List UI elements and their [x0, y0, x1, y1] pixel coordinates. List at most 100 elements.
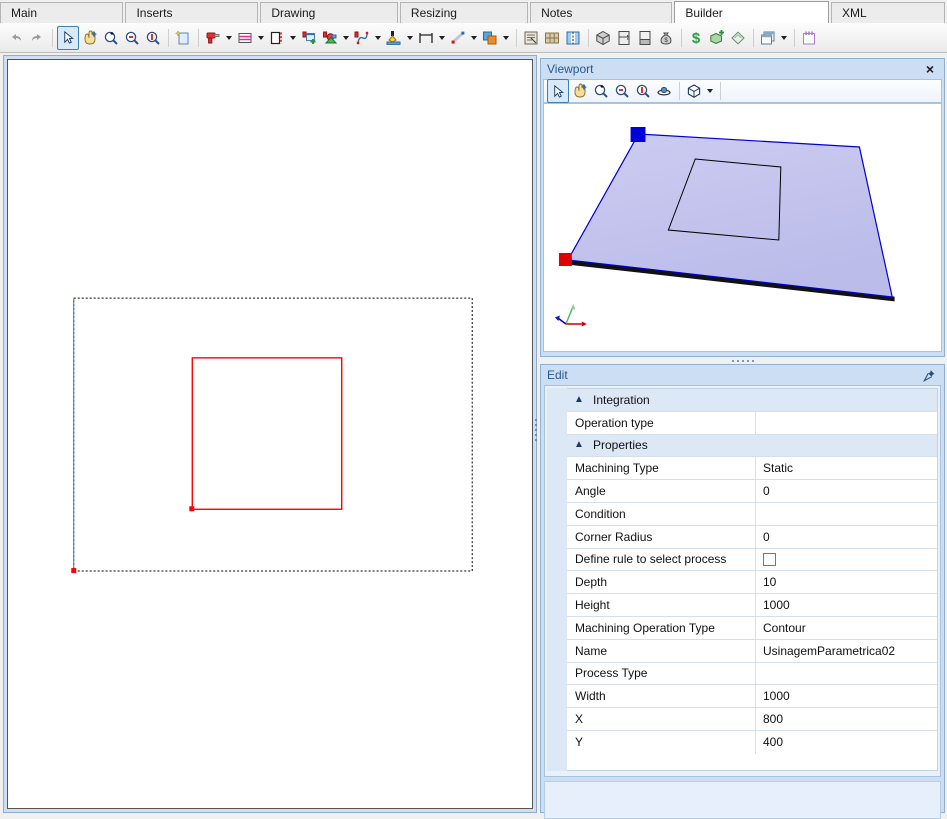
tab-xml[interactable]: XML [831, 2, 946, 24]
property-row-machining-type[interactable]: Machining Type Static [567, 457, 937, 481]
chevron-down-icon[interactable] [405, 27, 414, 49]
splitter-dot [746, 359, 749, 362]
chevron-down-icon[interactable] [469, 27, 478, 49]
property-value[interactable] [756, 412, 937, 434]
property-value[interactable]: Contour [756, 617, 937, 639]
property-value[interactable]: 800 [756, 708, 937, 730]
zoom-window-icon[interactable] [101, 27, 121, 49]
horizontal-splitter[interactable] [540, 357, 945, 364]
drawer-icon[interactable] [635, 27, 655, 49]
pan-hand-icon[interactable] [80, 27, 100, 49]
property-value[interactable]: 400 [756, 731, 937, 754]
groove-lines-icon[interactable] [235, 27, 255, 49]
chevron-down-icon[interactable] [373, 27, 382, 49]
add-part-icon[interactable] [707, 27, 727, 49]
property-value[interactable]: 1000 [756, 594, 937, 616]
splitter-dot [535, 424, 537, 426]
property-row-width[interactable]: Width 1000 [567, 685, 937, 709]
machining-contour-rect [191, 357, 343, 510]
box-3d-icon[interactable] [593, 27, 613, 49]
toolbar-separator [588, 28, 589, 47]
chevron-down-icon[interactable] [256, 27, 265, 49]
property-row-operation-type[interactable]: Operation type [567, 411, 937, 435]
viewport-3d-scene[interactable] [543, 103, 942, 352]
chevron-down-icon[interactable] [224, 27, 233, 49]
orbit-rotate-icon[interactable] [654, 80, 674, 102]
tab-inserts[interactable]: Inserts [125, 2, 259, 24]
pin-icon[interactable] [918, 366, 944, 384]
property-row-x[interactable]: X 800 [567, 708, 937, 731]
grid-panels-icon[interactable] [542, 27, 562, 49]
zoom-extents-icon[interactable] [633, 80, 653, 102]
property-row-process-type[interactable]: Process Type [567, 662, 937, 686]
property-row-define-rule[interactable]: Define rule to select process [567, 548, 937, 572]
pan-hand-icon[interactable] [570, 80, 590, 102]
property-value-checkbox-cell[interactable] [756, 549, 937, 571]
chevron-down-icon[interactable] [437, 27, 446, 49]
property-row-angle[interactable]: Angle 0 [567, 480, 937, 503]
undo-icon[interactable] [6, 27, 26, 49]
drawing-canvas[interactable] [7, 59, 533, 809]
diamond-icon[interactable] [728, 27, 748, 49]
chevron-down-icon[interactable] [288, 27, 297, 49]
machining-shape-icon[interactable] [320, 27, 340, 49]
zoom-window-icon[interactable] [591, 80, 611, 102]
chevron-down-icon[interactable] [501, 27, 510, 49]
notebook-icon[interactable] [799, 27, 819, 49]
report-icon[interactable] [521, 27, 541, 49]
property-category-integration[interactable]: ▲ Integration [567, 389, 937, 412]
property-row-name[interactable]: Name UsinagemParametrica02 [567, 639, 937, 663]
new-sheet-icon[interactable] [173, 27, 193, 49]
zoom-out-icon[interactable] [612, 80, 632, 102]
cabinet-icon[interactable] [614, 27, 634, 49]
dollar-icon[interactable]: $ [686, 27, 706, 49]
spline-path-icon[interactable] [352, 27, 372, 49]
select-arrow-icon[interactable] [547, 79, 569, 103]
property-value[interactable]: 10 [756, 571, 937, 593]
property-row-machining-operation-type[interactable]: Machining Operation Type Contour [567, 616, 937, 640]
redo-icon[interactable] [27, 27, 47, 49]
zoom-extents-icon[interactable] [143, 27, 163, 49]
chevron-down-icon[interactable] [779, 27, 788, 49]
property-row-height[interactable]: Height 1000 [567, 594, 937, 617]
chevron-down-icon[interactable] [705, 80, 714, 102]
property-value[interactable]: 1000 [756, 685, 937, 707]
property-value[interactable]: Static [756, 457, 937, 479]
property-value[interactable] [756, 503, 937, 525]
panel-split-icon[interactable] [563, 27, 583, 49]
property-row-depth[interactable]: Depth 10 [567, 571, 937, 595]
money-bag-icon[interactable]: $ [656, 27, 676, 49]
pocket-cut-icon[interactable] [384, 27, 404, 49]
select-arrow-icon[interactable] [57, 25, 79, 50]
property-value[interactable] [756, 663, 937, 685]
dimension-icon[interactable] [416, 27, 436, 49]
property-value[interactable]: UsinagemParametrica02 [756, 640, 937, 662]
chevron-up-icon[interactable]: ▲ [567, 440, 591, 450]
tab-builder[interactable]: Builder [674, 1, 830, 24]
windows-cascade-icon[interactable] [758, 27, 778, 49]
toolbar-separator [516, 28, 517, 47]
property-row-corner-radius[interactable]: Corner Radius 0 [567, 525, 937, 549]
chevron-down-icon[interactable] [341, 27, 350, 49]
property-category-properties[interactable]: ▲ Properties [567, 434, 937, 458]
define-rule-checkbox[interactable] [763, 552, 776, 566]
view-cube-icon[interactable] [684, 80, 704, 102]
add-machining-icon[interactable] [299, 27, 319, 49]
chevron-up-icon[interactable]: ▲ [567, 394, 591, 405]
layer-copy-icon[interactable] [480, 27, 500, 49]
tab-notes[interactable]: Notes [530, 2, 673, 24]
edit-panel-footer [544, 781, 941, 819]
zoom-out-icon[interactable] [122, 27, 142, 49]
drill-tool-icon[interactable] [203, 27, 223, 49]
edge-cut-icon[interactable] [267, 27, 287, 49]
vertical-splitter[interactable] [533, 410, 539, 450]
measure-line-icon[interactable] [448, 27, 468, 49]
property-value[interactable]: 0 [756, 480, 937, 502]
tab-resizing[interactable]: Resizing [399, 2, 529, 24]
tab-drawing[interactable]: Drawing [260, 2, 398, 24]
property-row-condition[interactable]: Condition [567, 502, 937, 526]
tab-main[interactable]: Main [0, 2, 124, 24]
property-row-y[interactable]: Y 400 [567, 730, 937, 754]
close-icon[interactable]: × [920, 60, 944, 78]
property-value[interactable]: 0 [756, 526, 937, 548]
